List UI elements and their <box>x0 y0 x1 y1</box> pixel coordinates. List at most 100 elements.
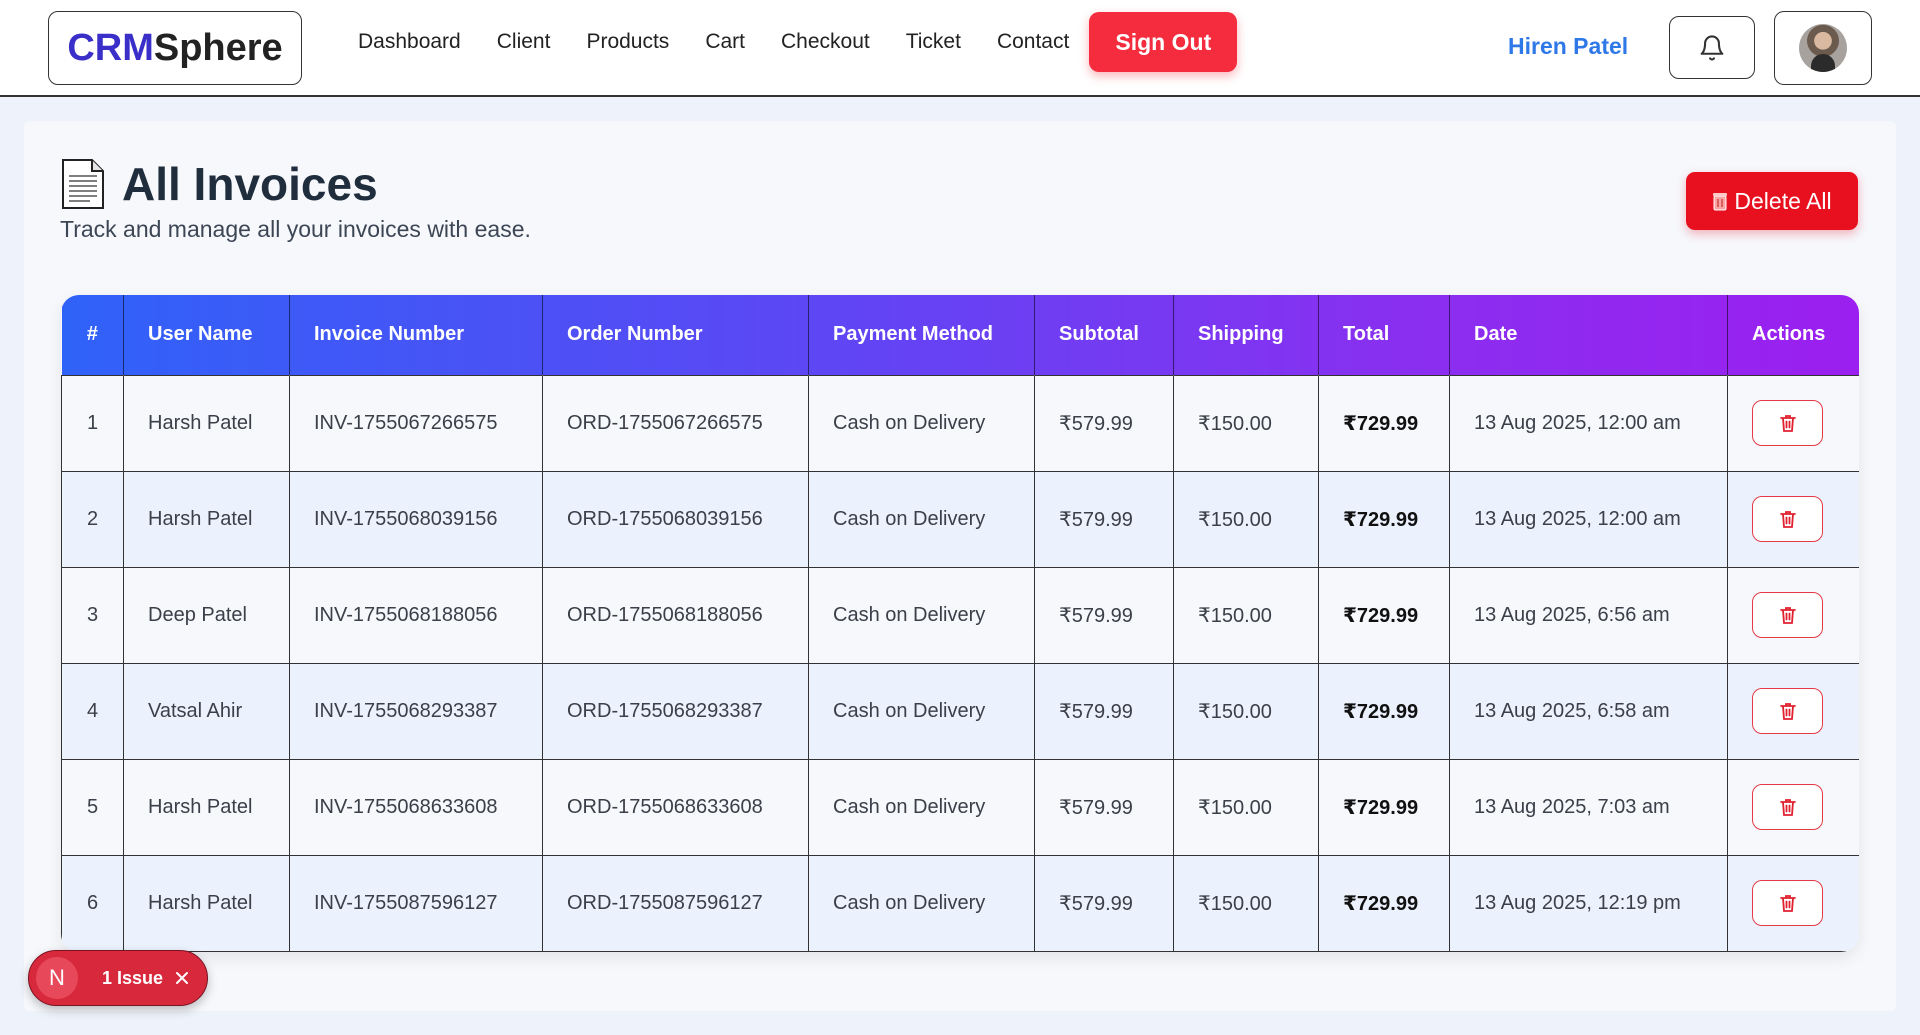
cell-number: 2 <box>61 470 124 568</box>
table-row: 2 Harsh Patel INV-1755068039156 ORD-1755… <box>61 470 1859 568</box>
cell-payment-method: Cash on Delivery <box>808 374 1035 472</box>
cell-subtotal: ₹579.99 <box>1034 470 1174 568</box>
nav-link-ticket[interactable]: Ticket <box>888 30 979 54</box>
cell-user-name: Harsh Patel <box>123 374 290 472</box>
cell-subtotal: ₹579.99 <box>1034 566 1174 664</box>
delete-row-button[interactable] <box>1752 592 1823 638</box>
cell-order-number: ORD-1755068293387 <box>542 662 809 760</box>
cell-order-number: ORD-1755087596127 <box>542 854 809 952</box>
nav-link-products[interactable]: Products <box>568 30 687 54</box>
delete-row-button[interactable] <box>1752 688 1823 734</box>
page-subtitle: Track and manage all your invoices with … <box>60 216 531 242</box>
cell-shipping: ₹150.00 <box>1173 470 1319 568</box>
cell-total: ₹729.99 <box>1318 374 1450 472</box>
page-title: All Invoices <box>60 157 378 211</box>
brand-logo[interactable]: CRM Sphere <box>48 11 302 85</box>
nav-link-cart[interactable]: Cart <box>687 30 763 54</box>
invoices-table: # User Name Invoice Number Order Number … <box>61 295 1859 952</box>
cell-number: 5 <box>61 758 124 856</box>
cell-payment-method: Cash on Delivery <box>808 566 1035 664</box>
delete-row-button[interactable] <box>1752 400 1823 446</box>
notifications-button[interactable] <box>1669 16 1755 79</box>
column-header-subtotal: Subtotal <box>1034 295 1174 375</box>
cell-shipping: ₹150.00 <box>1173 374 1319 472</box>
avatar <box>1799 24 1847 72</box>
cell-shipping: ₹150.00 <box>1173 758 1319 856</box>
cell-invoice-number: INV-1755087596127 <box>289 854 543 952</box>
issue-badge[interactable]: N 1 Issue <box>28 950 208 1006</box>
cell-shipping: ₹150.00 <box>1173 854 1319 952</box>
cell-date: 13 Aug 2025, 6:56 am <box>1449 566 1728 664</box>
delete-all-button[interactable]: Delete All <box>1686 172 1858 230</box>
cell-total: ₹729.99 <box>1318 758 1450 856</box>
cell-number: 3 <box>61 566 124 664</box>
column-header-total: Total <box>1318 295 1450 375</box>
column-header-number: # <box>61 295 124 375</box>
column-header-invoice-number: Invoice Number <box>289 295 543 375</box>
cell-order-number: ORD-1755068039156 <box>542 470 809 568</box>
column-header-payment-method: Payment Method <box>808 295 1035 375</box>
user-name[interactable]: Hiren Patel <box>1508 33 1628 60</box>
table-header-row: # User Name Invoice Number Order Number … <box>61 295 1859 375</box>
cell-payment-method: Cash on Delivery <box>808 758 1035 856</box>
cell-subtotal: ₹579.99 <box>1034 374 1174 472</box>
cell-date: 13 Aug 2025, 6:58 am <box>1449 662 1728 760</box>
delete-all-label: Delete All <box>1734 187 1832 214</box>
nav-link-checkout[interactable]: Checkout <box>763 30 888 54</box>
brand-name-part1: CRM <box>67 26 154 69</box>
cell-actions <box>1727 566 1859 664</box>
cell-subtotal: ₹579.99 <box>1034 662 1174 760</box>
cell-order-number: ORD-1755067266575 <box>542 374 809 472</box>
cell-total: ₹729.99 <box>1318 470 1450 568</box>
delete-row-button[interactable] <box>1752 784 1823 830</box>
issue-badge-label: 1 Issue <box>102 967 164 988</box>
nav-link-dashboard[interactable]: Dashboard <box>340 30 479 54</box>
trash-icon <box>1779 799 1796 816</box>
cell-user-name: Deep Patel <box>123 566 290 664</box>
cell-number: 1 <box>61 374 124 472</box>
delete-row-button[interactable] <box>1752 496 1823 542</box>
cell-actions <box>1727 854 1859 952</box>
cell-payment-method: Cash on Delivery <box>808 662 1035 760</box>
cell-subtotal: ₹579.99 <box>1034 758 1174 856</box>
cell-date: 13 Aug 2025, 12:00 am <box>1449 374 1728 472</box>
navbar: CRM Sphere Dashboard Client Products Cart… <box>0 0 1920 97</box>
trash-icon <box>1779 415 1796 432</box>
sign-out-button[interactable]: Sign Out <box>1089 12 1238 72</box>
profile-button[interactable] <box>1774 11 1872 85</box>
delete-row-button[interactable] <box>1752 880 1823 926</box>
table-row: 6 Harsh Patel INV-1755087596127 ORD-1755… <box>61 854 1859 952</box>
cell-date: 13 Aug 2025, 12:00 am <box>1449 470 1728 568</box>
cell-user-name: Harsh Patel <box>123 758 290 856</box>
table-row: 3 Deep Patel INV-1755068188056 ORD-17550… <box>61 566 1859 664</box>
cell-payment-method: Cash on Delivery <box>808 470 1035 568</box>
page-title-text: All Invoices <box>122 158 378 210</box>
cell-invoice-number: INV-1755068293387 <box>289 662 543 760</box>
column-header-actions: Actions <box>1752 323 1826 346</box>
cell-order-number: ORD-1755068188056 <box>542 566 809 664</box>
nav-link-contact[interactable]: Contact <box>979 30 1087 54</box>
column-header-date: Date <box>1449 295 1728 375</box>
close-icon[interactable] <box>175 971 189 985</box>
trash-icon <box>1779 511 1796 528</box>
nav-link-client[interactable]: Client <box>479 30 569 54</box>
cell-total: ₹729.99 <box>1318 566 1450 664</box>
column-header-user-name: User Name <box>123 295 290 375</box>
trash-icon <box>1779 895 1796 912</box>
trash-icon <box>1779 607 1796 624</box>
bell-icon <box>1700 34 1724 60</box>
table-row: 4 Vatsal Ahir INV-1755068293387 ORD-1755… <box>61 662 1859 760</box>
cell-invoice-number: INV-1755068188056 <box>289 566 543 664</box>
cell-user-name: Vatsal Ahir <box>123 662 290 760</box>
cell-actions <box>1727 374 1859 472</box>
cell-actions <box>1727 758 1859 856</box>
table-row: 5 Harsh Patel INV-1755068633608 ORD-1755… <box>61 758 1859 856</box>
cell-user-name: Harsh Patel <box>123 854 290 952</box>
trash-icon <box>1779 703 1796 720</box>
column-header-order-number: Order Number <box>542 295 809 375</box>
cell-payment-method: Cash on Delivery <box>808 854 1035 952</box>
cell-actions <box>1727 470 1859 568</box>
cell-subtotal: ₹579.99 <box>1034 854 1174 952</box>
trash-icon <box>1713 193 1728 211</box>
nav-links: Dashboard Client Products Cart Checkout … <box>340 0 1238 84</box>
